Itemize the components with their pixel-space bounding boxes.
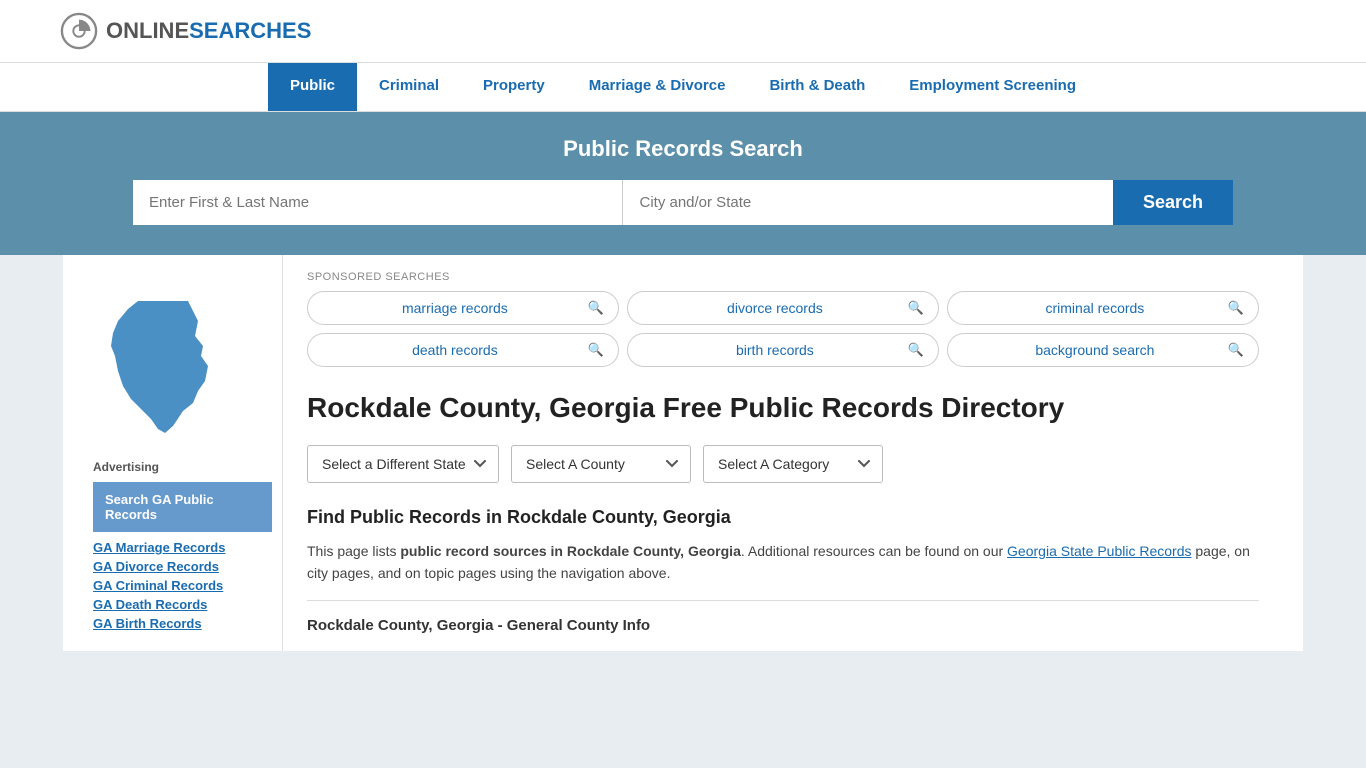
main-nav: Public Criminal Property Marriage & Divo… [0,63,1366,112]
sidebar-link-marriage[interactable]: GA Marriage Records [93,540,272,555]
main-area: SPONSORED SEARCHES marriage records 🔍 di… [283,255,1283,651]
sidebar-advertising-label: Advertising [93,460,272,474]
find-records-text: This page lists public record sources in… [307,540,1259,585]
site-header: ONLINESEARCHES [0,0,1366,63]
search-icon-divorce: 🔍 [908,300,924,316]
nav-item-marriage-divorce[interactable]: Marriage & Divorce [567,63,748,111]
content-wrapper: Advertising Search GA Public Records GA … [63,255,1303,651]
sidebar-link-divorce[interactable]: GA Divorce Records [93,559,272,574]
location-input[interactable] [623,180,1112,225]
georgia-records-link[interactable]: Georgia State Public Records [1007,543,1191,559]
find-text-bold: public record sources in Rockdale County… [400,543,740,559]
sponsored-pill-divorce[interactable]: divorce records 🔍 [627,291,939,325]
sidebar-link-death[interactable]: GA Death Records [93,597,272,612]
georgia-map [93,291,272,444]
state-dropdown[interactable]: Select a Different State [307,445,499,483]
sidebar-link-birth[interactable]: GA Birth Records [93,616,272,631]
county-dropdown[interactable]: Select A County [511,445,691,483]
logo-text: ONLINESEARCHES [106,18,311,44]
name-input[interactable] [133,180,623,225]
hero-title: Public Records Search [60,136,1306,162]
nav-item-property[interactable]: Property [461,63,567,111]
sponsored-grid: marriage records 🔍 divorce records 🔍 cri… [307,291,1259,367]
section-divider [307,600,1259,601]
search-icon-death: 🔍 [588,342,604,358]
find-records-title: Find Public Records in Rockdale County, … [307,507,1259,528]
dropdowns-row: Select a Different State Select A County… [307,445,1259,483]
logo-icon [60,12,98,50]
sponsored-pill-marriage[interactable]: marriage records 🔍 [307,291,619,325]
sidebar-ad-block[interactable]: Search GA Public Records [93,482,272,532]
category-dropdown[interactable]: Select A Category [703,445,883,483]
logo[interactable]: ONLINESEARCHES [60,12,311,50]
search-icon-birth: 🔍 [908,342,924,358]
hero-section: Public Records Search Search [0,112,1366,255]
nav-item-birth-death[interactable]: Birth & Death [747,63,887,111]
find-text-suffix: . Additional resources can be found on o… [741,543,1007,559]
sponsored-pill-death[interactable]: death records 🔍 [307,333,619,367]
find-text-prefix: This page lists [307,543,400,559]
search-icon-marriage: 🔍 [588,300,604,316]
sidebar: Advertising Search GA Public Records GA … [83,255,283,651]
county-info-title: Rockdale County, Georgia - General Count… [307,617,1259,634]
sponsored-pill-criminal[interactable]: criminal records 🔍 [947,291,1259,325]
sponsored-pill-birth[interactable]: birth records 🔍 [627,333,939,367]
nav-item-employment[interactable]: Employment Screening [887,63,1098,111]
sponsored-label: SPONSORED SEARCHES [307,271,1259,283]
sidebar-link-criminal[interactable]: GA Criminal Records [93,578,272,593]
search-button[interactable]: Search [1113,180,1233,225]
search-icon-background: 🔍 [1228,342,1244,358]
sponsored-pill-background[interactable]: background search 🔍 [947,333,1259,367]
search-bar: Search [133,180,1233,225]
nav-item-criminal[interactable]: Criminal [357,63,461,111]
page-title: Rockdale County, Georgia Free Public Rec… [307,391,1259,425]
nav-item-public[interactable]: Public [268,63,357,111]
search-icon-criminal: 🔍 [1228,300,1244,316]
